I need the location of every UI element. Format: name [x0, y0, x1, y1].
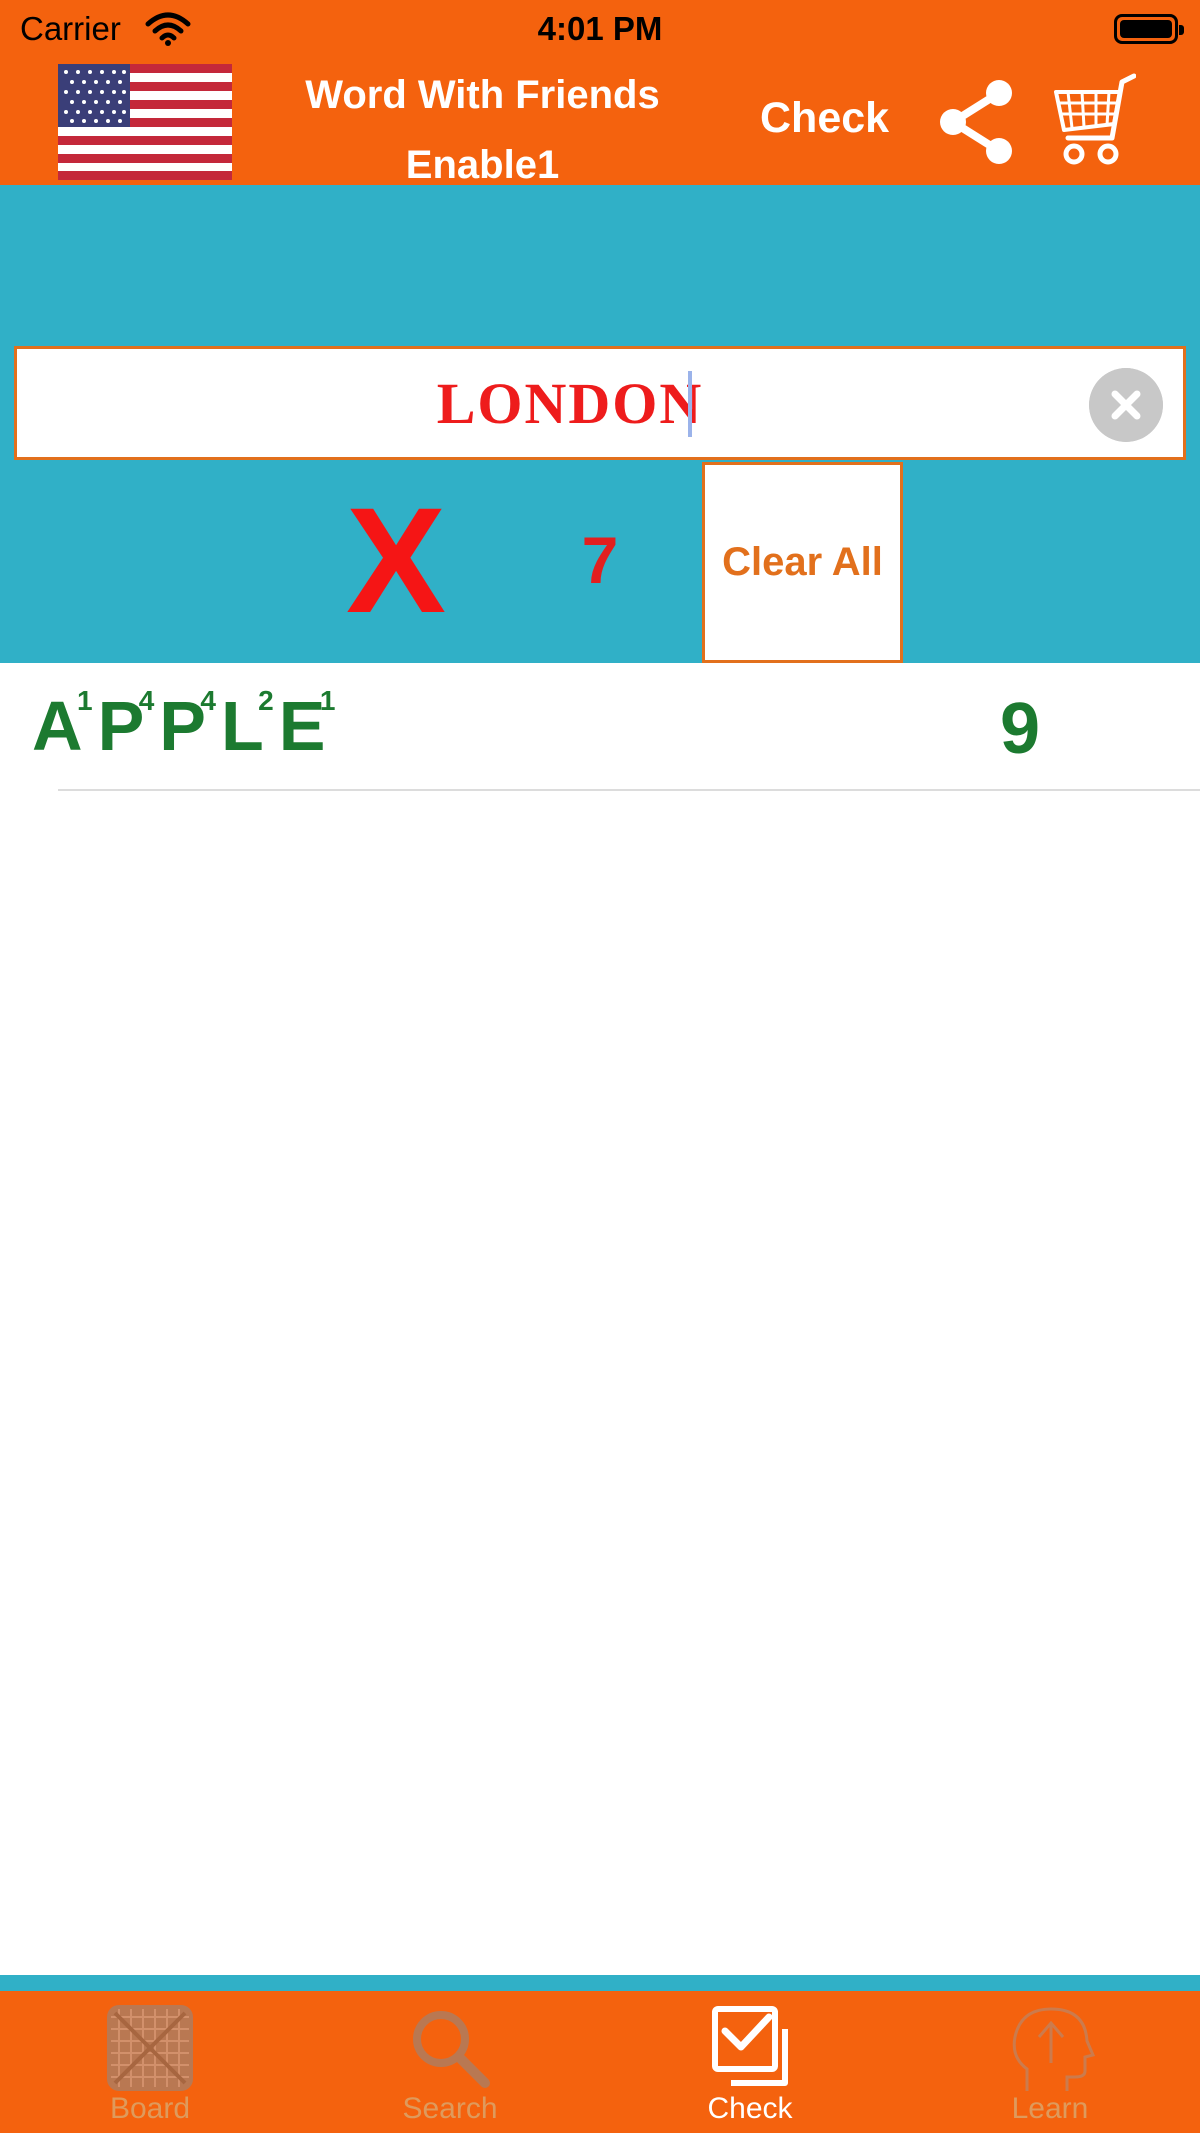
tab-check[interactable]: Check [600, 1991, 900, 2133]
tab-label: Check [707, 2092, 793, 2125]
row-divider [58, 789, 1200, 791]
tile-letter: P [159, 687, 206, 765]
tab-label: Learn [1011, 2092, 1089, 2125]
checkbox-stack-icon [712, 2006, 788, 2086]
tile-points: 1 [76, 685, 93, 716]
tile-points: 4 [200, 685, 216, 716]
word-input-container [14, 346, 1186, 460]
tab-label: Board [109, 2092, 191, 2125]
battery-icon [1114, 14, 1184, 44]
tile-letter: A [32, 687, 83, 765]
status-bar: Carrier 4:01 PM [0, 0, 1200, 60]
navigation-header: Carrier 4:01 PM Word With Friends Enable… [0, 0, 1200, 187]
title-line-1: Word With Friends [305, 73, 660, 117]
tab-learn[interactable]: Learn [900, 1991, 1200, 2133]
letter-tile: P 4 [159, 685, 216, 761]
shopping-cart-icon[interactable] [1052, 72, 1136, 170]
tile-points: 1 [319, 685, 336, 716]
tab-search[interactable]: Search [300, 1991, 600, 2133]
board-grid-icon [107, 2005, 193, 2091]
tile-points: 4 [138, 685, 155, 716]
share-icon[interactable] [935, 78, 1017, 166]
letter-tile: E 1 [279, 685, 336, 761]
dictionary-title: Word With Friends Enable1 [260, 60, 705, 200]
head-arrow-icon [1012, 2007, 1095, 2091]
result-score: 9 [999, 689, 1041, 769]
word-score: 7 [581, 523, 619, 597]
clear-all-button[interactable]: Clear All [702, 462, 903, 663]
tile-letter: P [97, 687, 145, 765]
tab-bar-accent [0, 1975, 1200, 1991]
page-title-check: Check [760, 94, 890, 142]
letter-tile: L 2 [221, 685, 274, 761]
status-time: 4:01 PM [537, 10, 663, 47]
tile-letter: E [278, 687, 326, 765]
text-caret [688, 371, 692, 437]
tab-label: Search [402, 2092, 498, 2125]
letter-tile: A 1 [32, 685, 93, 761]
us-flag-icon[interactable] [58, 64, 232, 180]
tab-bar: Board Search Check Learn [0, 1991, 1200, 2133]
clear-input-icon[interactable] [1089, 368, 1163, 442]
word-tiles: A 1 P 4 P 4 L 2 E 1 [32, 685, 340, 771]
letter-tile: P 4 [98, 685, 155, 761]
word-input[interactable] [17, 349, 1183, 457]
magnifier-icon [413, 2011, 490, 2088]
invalid-word-mark: X [345, 476, 447, 644]
tile-points: 2 [258, 685, 274, 716]
tab-board[interactable]: Board [0, 1991, 300, 2133]
list-item[interactable]: A 1 P 4 P 4 L 2 E 1 9 [0, 663, 1200, 791]
